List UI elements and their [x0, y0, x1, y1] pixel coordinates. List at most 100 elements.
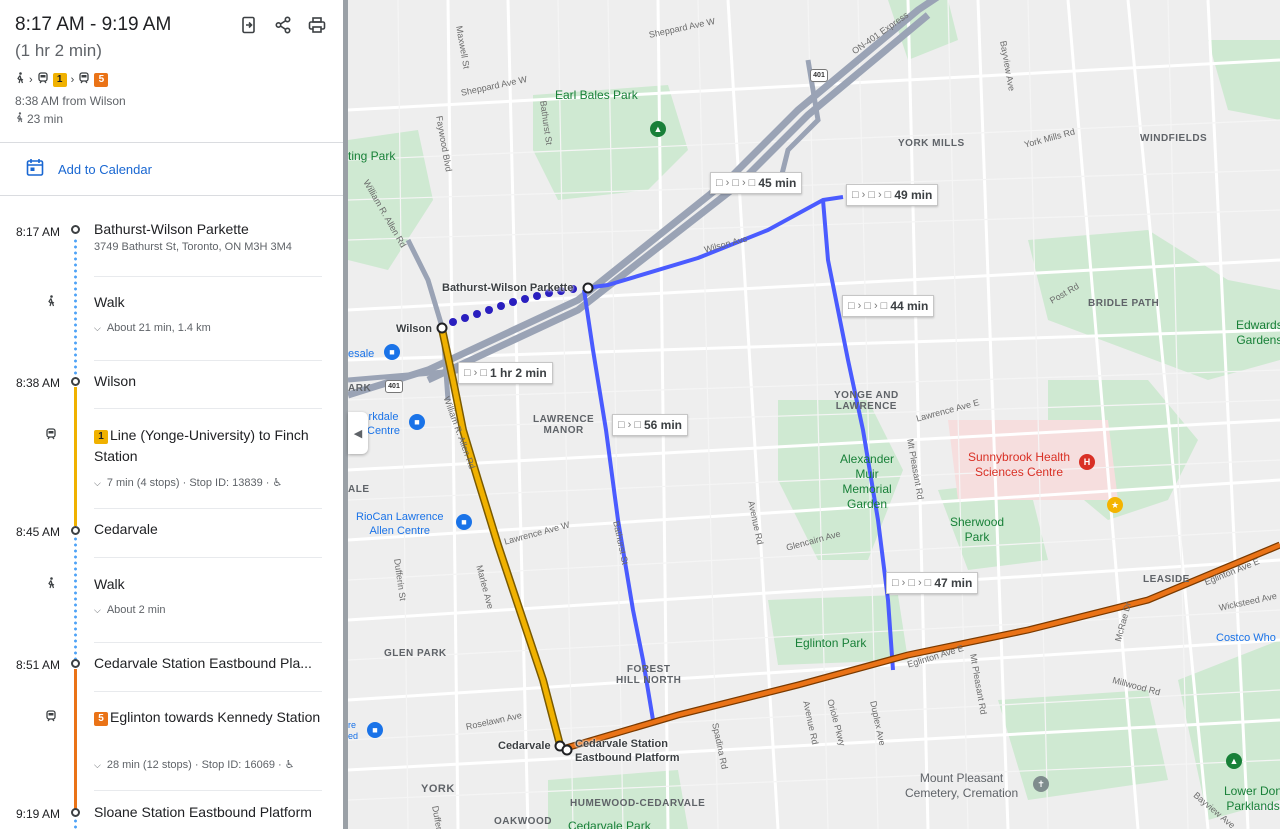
route-option-49[interactable]: □ › □ › □ 49 min — [846, 184, 939, 206]
divider — [94, 642, 322, 643]
divider — [94, 408, 322, 409]
park-pin-icon: ▲ — [650, 121, 666, 137]
route-option-45[interactable]: □ › □ › □ 45 min — [710, 172, 803, 194]
stop-name[interactable]: Bathurst-Wilson Parkette — [94, 221, 322, 237]
stop-name[interactable]: Cedarvale — [94, 521, 322, 537]
line-5-badge: 5 — [94, 72, 109, 87]
line-1-path — [74, 387, 77, 526]
park-label: Earl Bales Park — [555, 88, 638, 102]
header-actions — [238, 14, 328, 36]
neighborhood-label: LEASIDE — [1143, 574, 1190, 585]
divider — [94, 790, 322, 791]
shopping-bag-icon[interactable]: ■ — [409, 414, 425, 430]
stop-node — [71, 808, 80, 817]
route-duration: 44 min — [890, 299, 929, 313]
divider — [0, 195, 343, 196]
chevron-right-icon: › — [473, 367, 478, 379]
leg-detail: 28 min (12 stops) · Stop ID: 16069 · — [106, 759, 282, 771]
route-duration: 56 min — [643, 418, 682, 432]
stop-label[interactable]: Bathurst-Wilson Parkette — [442, 281, 573, 295]
chevron-right-icon: › — [901, 577, 906, 589]
walk-details-toggle[interactable]: ⌵ About 2 min — [94, 604, 166, 616]
walk-icon — [15, 112, 24, 126]
wheelchair-icon: ♿ — [272, 477, 283, 489]
map-graphics — [348, 0, 1280, 829]
stop-node — [71, 225, 80, 234]
hospital-pin-icon[interactable]: H — [1079, 454, 1095, 470]
walk-details-toggle[interactable]: ⌵ About 21 min, 1.4 km — [94, 322, 211, 334]
collapse-panel-button[interactable]: ◀ — [348, 412, 368, 454]
cemetery-pin-icon: ✝ — [1033, 776, 1049, 792]
stop-label[interactable]: Wilson — [396, 322, 432, 336]
send-to-phone-icon[interactable] — [238, 14, 260, 36]
highway-shield: 401 — [810, 69, 828, 82]
bus-icon: □ — [852, 189, 859, 201]
train-icon: □ — [880, 300, 888, 312]
train-icon: □ — [464, 367, 471, 379]
walk-detail: About 21 min, 1.4 km — [106, 322, 211, 334]
walk-label: Walk — [94, 294, 125, 310]
route-duration: 49 min — [894, 188, 933, 202]
walk-path-line — [74, 818, 77, 829]
park-pin-icon: ▲ — [1226, 753, 1242, 769]
shopping-bag-icon[interactable]: ■ — [456, 514, 472, 530]
map-canvas[interactable]: 401 401 Sheppard Ave W Sheppard Ave W ON… — [348, 0, 1280, 829]
stop-label[interactable]: Cedarvale — [498, 739, 551, 753]
stop-label[interactable]: Cedarvale Station Eastbound Platform — [575, 737, 680, 765]
shopping-label: Costco Who — [1216, 632, 1276, 644]
share-icon[interactable] — [272, 14, 294, 36]
leg-details-toggle[interactable]: ⌵ 7 min (4 stops) · Stop ID: 13839 · ♿ — [94, 476, 282, 489]
print-icon[interactable] — [306, 14, 328, 36]
park-label: ting Park — [348, 149, 396, 163]
route-option-44[interactable]: □ › □ › □ 44 min — [842, 295, 935, 317]
divider — [94, 360, 322, 361]
stop-node — [71, 659, 80, 668]
chevron-down-icon: ⌵ — [94, 323, 101, 333]
neighborhood-label: GLEN PARK — [384, 648, 447, 659]
route-option-1h2[interactable]: □ › □ 1 hr 2 min — [458, 362, 553, 384]
trip-duration: (1 hr 2 min) — [15, 41, 102, 60]
bus-icon: □ — [618, 419, 625, 431]
chevron-right-icon: › — [741, 177, 746, 189]
train-icon — [44, 427, 58, 441]
line-5-badge: 5 — [94, 712, 108, 726]
bus-icon: □ — [848, 300, 855, 312]
stop-name[interactable]: Sloane Station Eastbound Platform — [94, 804, 322, 820]
train-icon — [78, 72, 90, 87]
shopping-label: esale — [348, 348, 375, 360]
train-icon — [44, 709, 58, 723]
shopping-label: rkdale Centre — [367, 411, 401, 437]
transit-leg-title: 5 Eglinton towards Kennedy Station — [94, 707, 322, 728]
chevron-right-icon: › — [873, 300, 878, 312]
neighborhood-label: WINDFIELDS — [1140, 133, 1208, 144]
chevron-left-icon: ◀ — [353, 427, 363, 440]
stop-name[interactable]: Wilson — [94, 373, 322, 389]
park-label: Edwards Gardens — [1236, 318, 1280, 347]
stop-node — [71, 526, 80, 535]
transit-leg-title: 1 Line (Yonge-University) to Finch Statio… — [94, 425, 322, 467]
shopping-bag-icon[interactable]: ■ — [384, 344, 400, 360]
route-option-56[interactable]: □ › □ 56 min — [612, 414, 688, 436]
add-to-calendar-button[interactable]: Add to Calendar — [26, 158, 152, 180]
stop-time: 8:45 AM — [15, 525, 60, 539]
wheelchair-icon: ♿ — [284, 759, 295, 771]
walk-total: 23 min — [15, 112, 63, 126]
park-label: Alexander Muir Memorial Garden — [840, 452, 895, 511]
directions-panel: 8:17 AM - 9:19 AM (1 hr 2 min) › 1 › 5 8… — [0, 0, 343, 829]
line-1-badge: 1 — [94, 430, 108, 444]
stop-name[interactable]: Cedarvale Station Eastbound Pla... — [94, 655, 322, 671]
train-icon — [37, 72, 49, 87]
neighborhood-label: LAWRENCE MANOR — [533, 414, 595, 436]
bus-icon: □ — [892, 577, 899, 589]
highway-shield: 401 — [385, 380, 403, 393]
stop-node — [71, 377, 80, 386]
shopping-bag-icon[interactable]: ■ — [367, 722, 383, 738]
route-option-47[interactable]: □ › □ › □ 47 min — [886, 572, 979, 594]
divider — [94, 508, 322, 509]
chevron-right-icon: › — [861, 189, 866, 201]
leg-details-toggle[interactable]: ⌵ 28 min (12 stops) · Stop ID: 16069 · ♿ — [94, 758, 295, 771]
neighborhood-label: YONGE AND LAWRENCE — [834, 390, 899, 412]
shopping-label: re ed — [348, 720, 359, 741]
star-pin-icon[interactable]: ★ — [1107, 497, 1123, 513]
walk-detail: About 2 min — [106, 604, 166, 616]
